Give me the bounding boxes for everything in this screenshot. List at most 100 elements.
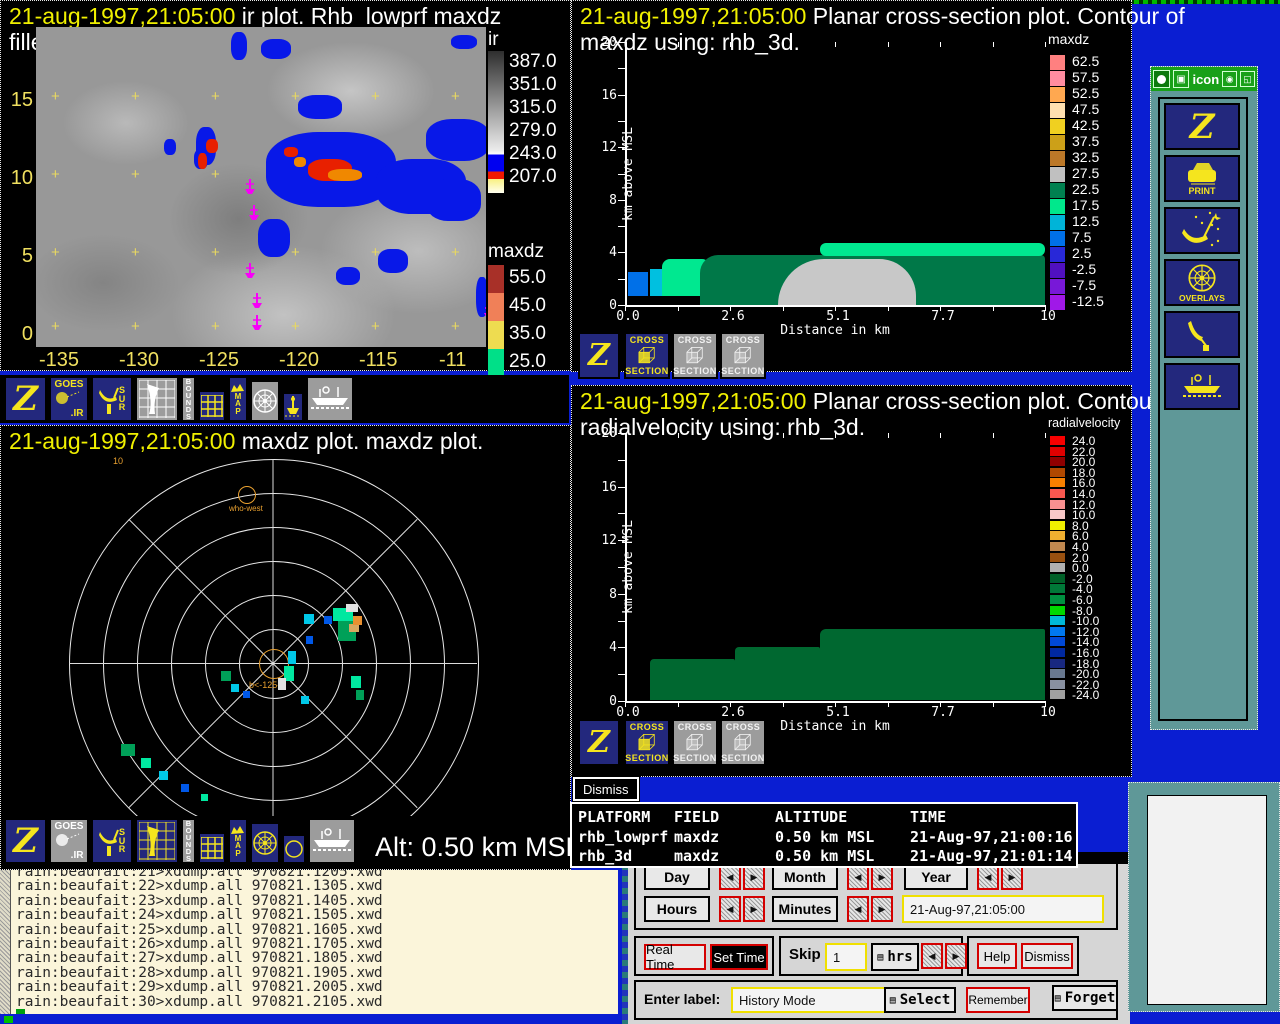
ir-colorbar-value: 387.0 xyxy=(509,51,557,72)
toolbar-ship-icon[interactable] xyxy=(308,818,356,864)
ir-x-tick-label: -135 xyxy=(39,349,80,371)
set-time-button[interactable]: Set Time xyxy=(710,944,768,970)
terminal-scrollbar[interactable] xyxy=(0,870,11,1014)
y-tick xyxy=(618,433,625,434)
cross-section-button[interactable]: CROSS SECTION xyxy=(624,332,670,379)
xsec-colorbar-swatch xyxy=(1050,446,1065,456)
xsec-colorbar-swatch xyxy=(1050,71,1065,86)
terminal-window[interactable]: rain:beaufait:21>xdump.all 970821.1205.x… xyxy=(0,870,618,1014)
window-iconify-icon[interactable]: ▣ xyxy=(1172,70,1190,88)
x-tick xyxy=(992,305,994,311)
xsec-y-tick-label: 20 xyxy=(601,35,617,50)
remember-button[interactable]: Remember xyxy=(966,987,1030,1013)
xsec-title: 21-aug-1997,21:05:00 Planar cross-sectio… xyxy=(580,388,1185,414)
xsec-colorbar-value: 12.5 xyxy=(1072,213,1100,229)
radar-echo xyxy=(201,794,208,801)
grid-plus-mark: + xyxy=(131,166,140,183)
ir-maxdz-value: 25.0 xyxy=(509,351,546,372)
xsec-zeb-icon[interactable]: Z xyxy=(578,719,620,766)
table-cell: maxdz xyxy=(674,847,720,865)
toolbar-circle-icon[interactable] xyxy=(282,834,306,864)
toolbar-zeb-icon[interactable]: Z xyxy=(4,376,47,422)
x-tick-top xyxy=(677,42,679,47)
ir-y-tick-label: 5 xyxy=(21,245,33,267)
cross-section-button[interactable]: CROSS SECTION xyxy=(720,719,766,766)
minutes-arrow-forward[interactable]: ▶ xyxy=(871,896,893,922)
icon-panel-stars-dish-icon[interactable] xyxy=(1164,207,1240,254)
toolbar-goes-icon[interactable]: GOES .IR xyxy=(49,376,89,422)
ir-colorbar xyxy=(488,51,504,193)
toolbar-compass-icon[interactable] xyxy=(250,380,280,422)
ir-maxdz-value: 45.0 xyxy=(509,295,546,316)
hours-arrow-back[interactable]: ◀ xyxy=(719,896,741,922)
cold-cloud-blob xyxy=(336,267,360,285)
skip-group: Skip 1 ▤ hrs ◀ ▶ xyxy=(779,936,967,976)
y-tick xyxy=(618,486,625,488)
toolbar-buoy-icon[interactable] xyxy=(282,392,304,422)
xsec-zeb-icon[interactable]: Z xyxy=(578,332,620,379)
toolbar-compass-icon[interactable] xyxy=(250,822,280,864)
forget-menu-button[interactable]: ▤ Forget xyxy=(1052,985,1118,1011)
toolbar-map-icon[interactable]: MAP xyxy=(228,376,248,422)
cross-section-button[interactable]: CROSS SECTION xyxy=(672,332,718,379)
window-menu-icon[interactable] xyxy=(1153,70,1170,88)
toolbar-grid-small-icon[interactable] xyxy=(198,390,226,422)
cross-section-button[interactable]: CROSS SECTION xyxy=(624,719,670,766)
xsec-x-axis-label: Distance in km xyxy=(780,323,890,338)
icon-window-titlebar[interactable]: ▣ icon ◉ ◱ xyxy=(1151,67,1257,91)
help-button[interactable]: Help xyxy=(977,943,1017,969)
select-menu-button[interactable]: ▤ Select xyxy=(884,987,956,1013)
ppi-radar-display[interactable]: who-westb<-125-9-125 xyxy=(1,456,483,816)
window-restore-icon[interactable]: ◱ xyxy=(1240,71,1255,87)
icon-panel-ship-icon[interactable] xyxy=(1164,363,1240,410)
toolbar-goes-icon[interactable]: GOES .IR xyxy=(49,818,89,864)
table-dismiss-button[interactable]: Dismiss xyxy=(572,776,640,802)
xsec-y-tick-label: 4 xyxy=(609,640,617,656)
icon-panel-overlays-icon[interactable]: OVERLAYS xyxy=(1164,259,1240,306)
minutes-arrow-back[interactable]: ◀ xyxy=(847,896,869,922)
hours-arrow-forward[interactable]: ▶ xyxy=(743,896,765,922)
toolbar-map-icon[interactable]: MAP xyxy=(228,818,248,864)
xsec-colorbar-value: 62.5 xyxy=(1072,53,1100,69)
ir-title-text: ir plot. Rhb_lowprf maxdz xyxy=(235,3,502,29)
toolbar-grid-small-icon[interactable] xyxy=(198,832,226,864)
contour-region xyxy=(820,243,1045,256)
xsec-colorbar-swatch xyxy=(1050,457,1065,467)
xsec-x-tick-label: 2.6 xyxy=(721,309,745,324)
xsec-colorbar-label: maxdz xyxy=(1048,31,1090,47)
skip-field[interactable]: 1 xyxy=(825,943,867,971)
icon-panel-zeb-icon[interactable]: Z xyxy=(1164,103,1240,150)
hrs-menu-button[interactable]: ▤ hrs xyxy=(871,943,919,971)
y-tick xyxy=(618,42,625,43)
toolbar-sur-icon[interactable]: SUR xyxy=(91,818,133,864)
xsec-radialvelocity-window: 21-aug-1997,21:05:00 Planar cross-sectio… xyxy=(571,385,1185,777)
real-time-button[interactable]: Real Time xyxy=(644,942,706,972)
x-tick-top xyxy=(677,433,679,438)
skip-arrow-back[interactable]: ◀ xyxy=(921,943,943,969)
time-field[interactable]: 21-Aug-97,21:05:00 xyxy=(902,895,1104,923)
window-radio-icon[interactable]: ◉ xyxy=(1222,71,1238,87)
toolbar-bounds-icon[interactable]: BOUNDS xyxy=(181,376,196,422)
radar-echo xyxy=(304,614,314,624)
ir-maxdz-value: 55.0 xyxy=(509,267,546,288)
ir-satellite-image[interactable]: ++++++++++++++++++++++++ xyxy=(36,27,486,347)
xsec-colorbar-swatch xyxy=(1050,279,1065,294)
skip-arrow-forward[interactable]: ▶ xyxy=(945,943,967,969)
toolbar-sur-icon[interactable]: SUR xyxy=(91,376,133,422)
toolbar-grid-icon[interactable] xyxy=(135,818,179,864)
cross-section-button[interactable]: CROSS SECTION xyxy=(672,719,718,766)
grid-plus-mark: + xyxy=(371,318,380,335)
x-tick xyxy=(677,305,679,311)
icon-panel-printer-icon[interactable]: PRINT xyxy=(1164,155,1240,202)
dismiss-button[interactable]: Dismiss xyxy=(1021,943,1073,969)
toolbar-bounds-icon[interactable]: BOUNDS xyxy=(181,818,196,864)
toolbar-zeb-icon[interactable]: Z xyxy=(4,818,47,864)
table-header: PLATFORM xyxy=(578,808,651,826)
icon-panel-antenna-icon[interactable] xyxy=(1164,311,1240,358)
toolbar-ship-icon[interactable] xyxy=(306,376,354,422)
cross-section-button[interactable]: CROSS SECTION xyxy=(720,332,766,379)
ppi-window-title: 21-aug-1997,21:05:00 maxdz plot. maxdz p… xyxy=(9,428,483,455)
toolbar-grid-icon[interactable] xyxy=(135,376,179,422)
menu-mark-icon: ▤ xyxy=(877,951,884,963)
xsec-colorbar-value: 47.5 xyxy=(1072,101,1100,117)
